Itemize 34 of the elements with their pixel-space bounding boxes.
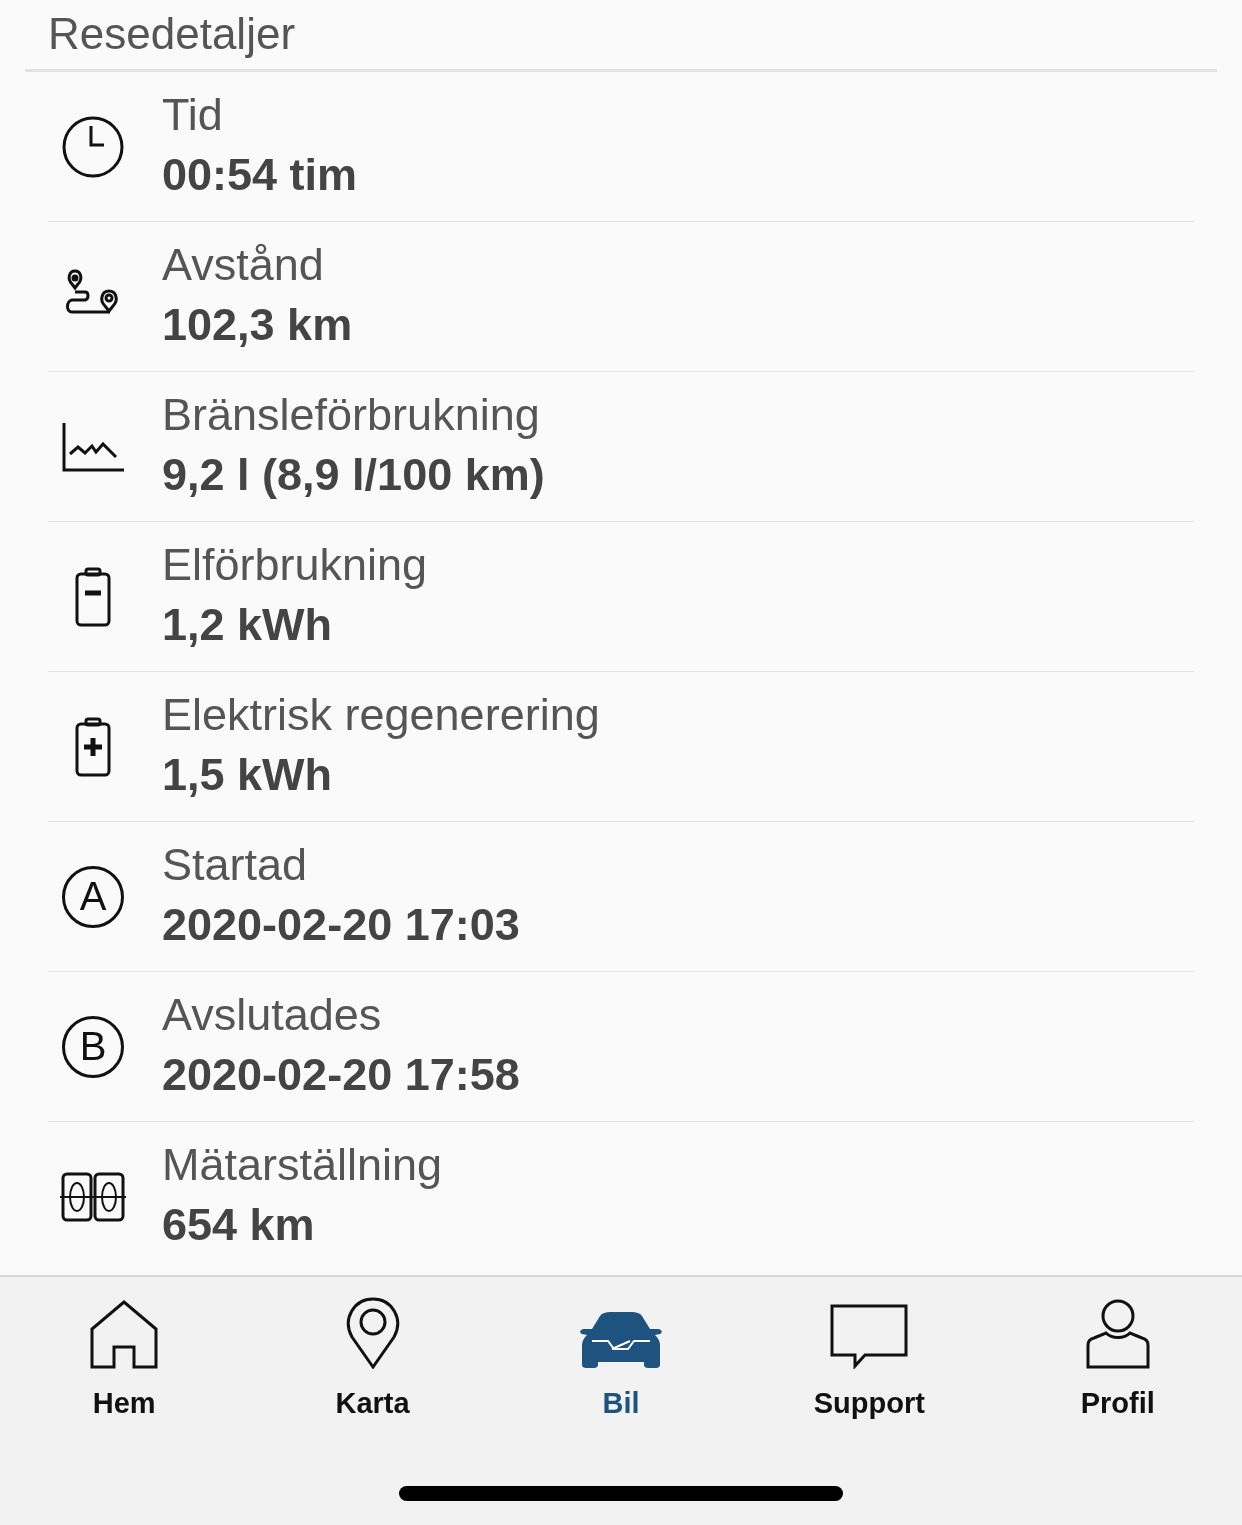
detail-value: 1,5 kWh — [162, 748, 334, 801]
circled-letter: A — [62, 865, 124, 928]
detail-label: Mätarställning — [162, 1139, 443, 1191]
detail-value: 102,3 km — [162, 298, 353, 351]
detail-label: Avstånd — [162, 238, 325, 291]
detail-label: Elektrisk regenerering — [162, 688, 600, 741]
tab-button[interactable]: Support — [745, 1297, 994, 1420]
tab-button[interactable]: Bil — [496, 1297, 745, 1420]
person-icon — [1085, 1299, 1150, 1369]
tab-button[interactable]: Karta — [248, 1297, 497, 1420]
circled-letter: B — [62, 1015, 124, 1078]
detail-value: 654 km — [162, 1199, 316, 1251]
section-title: Resedetaljer — [47, 8, 297, 60]
detail-label: Startad — [162, 838, 309, 891]
detail-value: 00:54 tim — [162, 148, 358, 201]
line-chart-icon — [62, 421, 124, 472]
detail-value: 2020-02-20 17:58 — [162, 1048, 520, 1101]
clock-icon — [62, 115, 124, 178]
tab-button[interactable]: Profil — [993, 1297, 1242, 1420]
detail-value: 2020-02-20 17:03 — [162, 898, 520, 951]
home-icon — [90, 1299, 159, 1369]
tab-button[interactable]: Hem — [0, 1297, 249, 1420]
detail-value: 9,2 l (8,9 l/100 km) — [162, 448, 545, 501]
battery-icon — [75, 716, 111, 777]
detail-value: 1,2 kWh — [162, 598, 334, 651]
detail-label: Bränsleförbrukning — [162, 388, 541, 441]
detail-label: Elförbrukning — [162, 538, 428, 591]
battery-icon — [75, 566, 111, 627]
car-icon — [577, 1311, 664, 1369]
detail-label: Tid — [162, 88, 224, 141]
chat-bubble-icon — [829, 1303, 910, 1369]
odometer-icon — [59, 1172, 127, 1222]
map-pin-icon — [345, 1297, 400, 1369]
detail-label: Avslutades — [162, 988, 383, 1041]
